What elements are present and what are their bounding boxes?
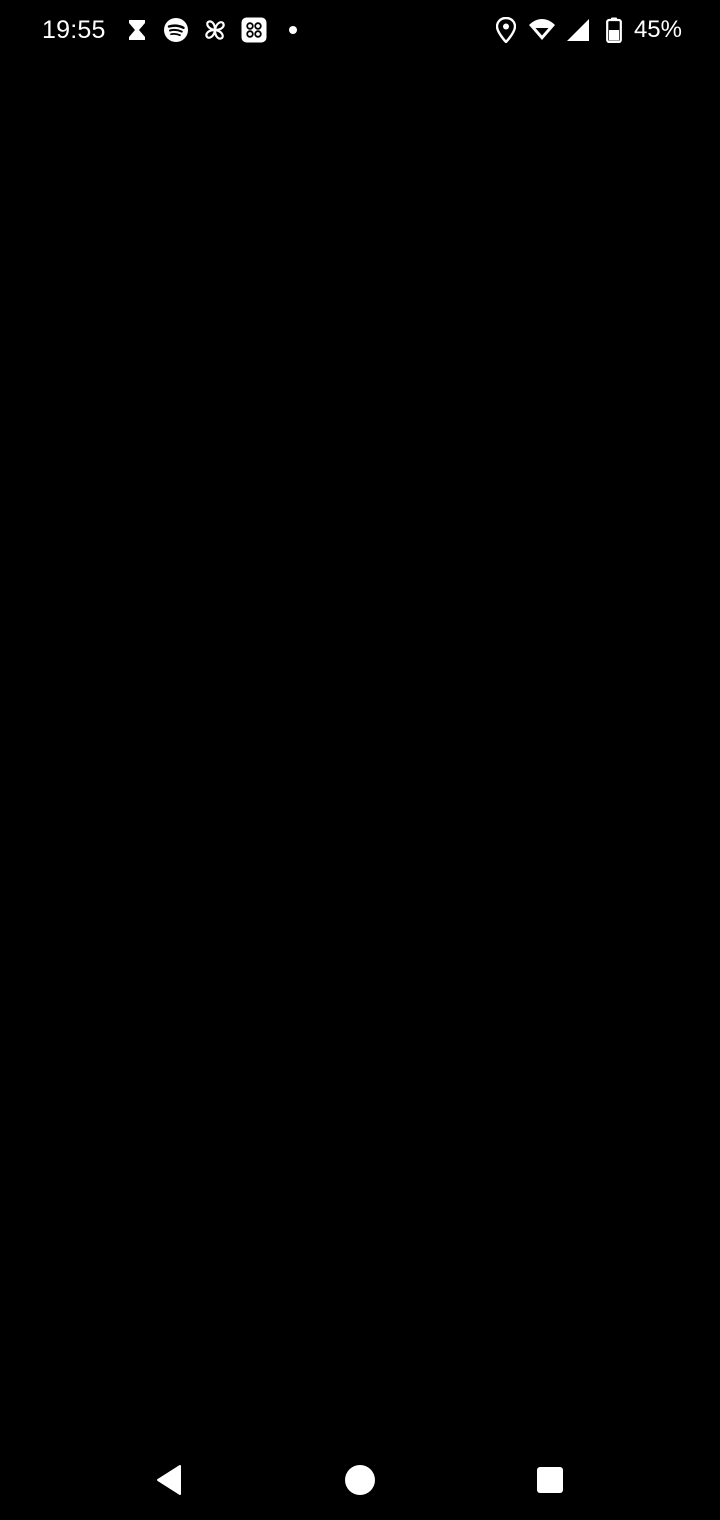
apps-grid-icon — [240, 16, 268, 44]
battery-icon — [600, 16, 628, 44]
back-triangle-icon — [157, 1465, 181, 1495]
notification-dot-icon — [279, 16, 307, 44]
home-circle-icon — [345, 1465, 375, 1495]
cell-signal-icon — [564, 16, 592, 44]
status-left: 19:55 — [42, 12, 313, 48]
wifi-icon — [528, 16, 556, 44]
location-icon — [492, 16, 520, 44]
status-bar: 19:55 45% — [0, 0, 720, 60]
app-content-area[interactable] — [0, 60, 720, 1440]
status-right: 45% — [488, 12, 682, 48]
recents-button[interactable] — [530, 1460, 570, 1500]
back-button[interactable] — [149, 1460, 189, 1500]
status-time: 19:55 — [42, 15, 106, 44]
pinwheel-icon — [201, 16, 229, 44]
battery-percent: 45% — [633, 16, 682, 43]
navigation-bar — [0, 1440, 720, 1520]
recents-square-icon — [537, 1467, 563, 1493]
home-button[interactable] — [340, 1460, 380, 1500]
hourglass-icon — [123, 16, 151, 44]
spotify-icon — [162, 16, 190, 44]
